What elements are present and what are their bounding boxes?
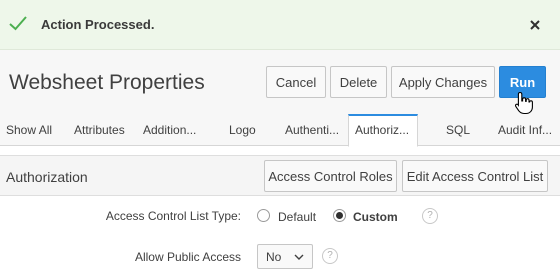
tab-attributes[interactable]: Attributes — [74, 114, 125, 146]
chevron-down-icon — [294, 254, 304, 260]
hand-cursor-icon — [514, 91, 533, 115]
tab-show-all[interactable]: Show All — [6, 114, 52, 146]
tab-logo[interactable]: Logo — [229, 114, 256, 146]
region-title: Authorization — [6, 169, 88, 185]
tab-audit-information[interactable]: Audit Inf... — [498, 114, 552, 146]
tab-authorization[interactable]: Authoriz... — [348, 114, 418, 147]
tab-authentication[interactable]: Authenti... — [285, 114, 339, 146]
acl-type-custom-radio[interactable] — [333, 209, 346, 222]
authorization-region-header: Authorization Access Control Roles Edit … — [0, 155, 560, 196]
help-icon[interactable]: ? — [422, 208, 438, 224]
tab-additional[interactable]: Addition... — [143, 114, 196, 146]
success-banner: Action Processed. — [0, 0, 560, 50]
acl-type-default-label[interactable]: Default — [278, 210, 316, 224]
edit-access-control-list-button[interactable]: Edit Access Control List — [402, 160, 548, 192]
tab-sql[interactable]: SQL — [446, 114, 470, 146]
acl-type-default-radio[interactable] — [257, 209, 270, 222]
delete-button[interactable]: Delete — [330, 66, 387, 98]
tab-bar: Show All Attributes Addition... Logo Aut… — [0, 114, 560, 147]
acl-type-custom-label[interactable]: Custom — [353, 210, 398, 224]
success-message: Action Processed. — [41, 17, 155, 32]
access-control-roles-button[interactable]: Access Control Roles — [264, 160, 397, 192]
help-icon[interactable]: ? — [322, 248, 338, 264]
page-title: Websheet Properties — [9, 71, 205, 94]
page-header: Websheet Properties Cancel Delete Apply … — [0, 50, 560, 114]
public-access-label: Allow Public Access — [134, 250, 241, 264]
cancel-button[interactable]: Cancel — [266, 66, 326, 98]
public-access-select[interactable]: No — [257, 244, 313, 269]
public-access-value: No — [266, 250, 282, 264]
acl-type-label: Access Control List Type: — [105, 209, 241, 223]
apply-changes-button[interactable]: Apply Changes — [391, 66, 495, 98]
check-icon — [9, 16, 27, 31]
close-icon[interactable] — [526, 16, 544, 34]
